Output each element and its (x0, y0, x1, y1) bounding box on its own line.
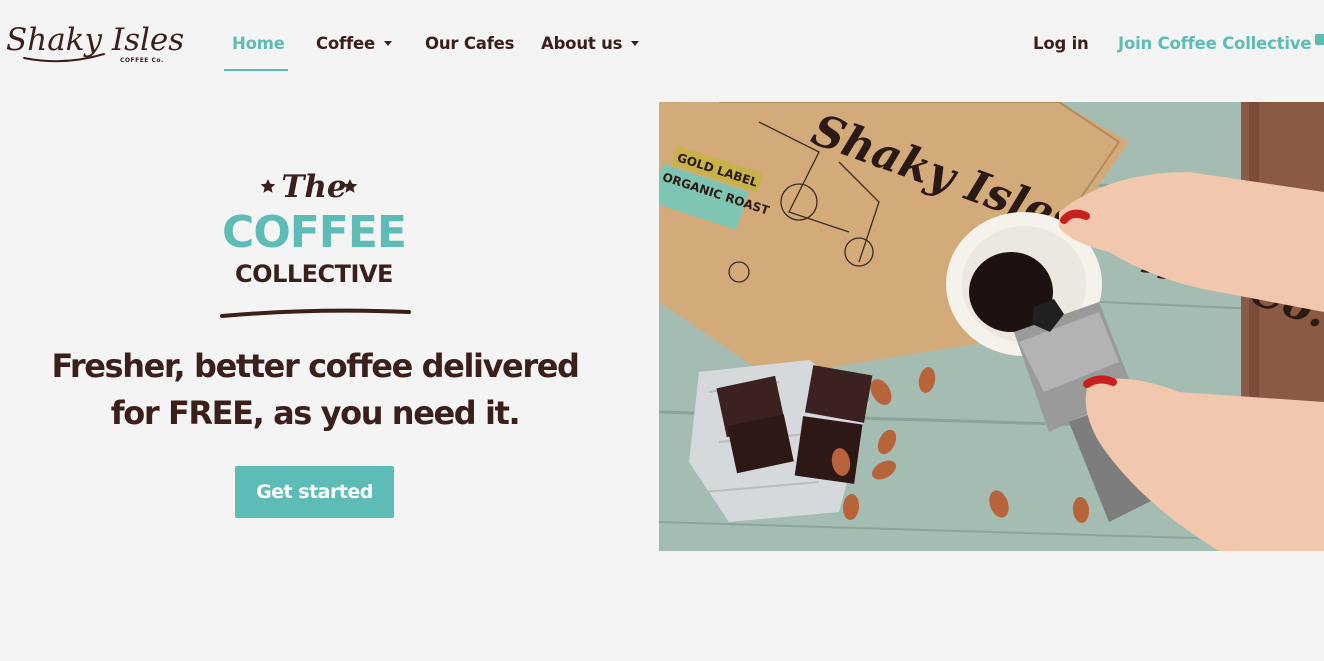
badge-the: The (281, 169, 346, 205)
top-navigation: Shaky Isles COFFEE Co. Home Coffee Our C… (0, 0, 1324, 90)
caret-down-icon (383, 41, 392, 46)
get-started-button[interactable]: Get started (235, 466, 394, 518)
nav-about-dropdown[interactable]: About us (541, 34, 640, 53)
headline-line-2: for FREE, as you need it. (110, 394, 521, 432)
brand-logo[interactable]: Shaky Isles COFFEE Co. (4, 14, 186, 74)
nav-about-label: About us (541, 34, 623, 53)
hero-photo: Shaky Isles Coffee Co. GOLD LABEL ORGANI… (659, 102, 1324, 551)
star-icon (260, 179, 276, 193)
login-label: Log in (1033, 34, 1089, 53)
active-tab-underline (224, 69, 288, 71)
badge-collective: COLLECTIVE (235, 260, 393, 288)
nav-our-cafes-label: Our Cafes (425, 34, 515, 53)
nav-home-label: Home (232, 34, 285, 53)
nav-coffee-dropdown[interactable]: Coffee (316, 34, 392, 53)
logo-wordmark: Shaky Isles (6, 22, 184, 58)
caret-down-icon (631, 41, 640, 46)
headline-line-1: Fresher, better coffee delivered (51, 347, 579, 385)
logo-subtitle: COFFEE Co. (120, 57, 164, 64)
nav-home[interactable]: Home (232, 34, 285, 53)
hero-headline: Fresher, better coffee delivered for FRE… (20, 343, 610, 437)
coffee-cup-icon (1314, 32, 1324, 51)
join-coffee-collective-link[interactable]: Join Coffee Collective (1118, 34, 1324, 53)
nav-our-cafes[interactable]: Our Cafes (425, 34, 514, 53)
badge-coffee: COFFEE (222, 207, 406, 258)
nav-coffee-label: Coffee (316, 34, 375, 53)
login-link[interactable]: Log in (1033, 34, 1089, 53)
join-label: Join Coffee Collective (1118, 34, 1312, 53)
coffee-collective-badge: The COFFEE COLLECTIVE (190, 160, 440, 325)
